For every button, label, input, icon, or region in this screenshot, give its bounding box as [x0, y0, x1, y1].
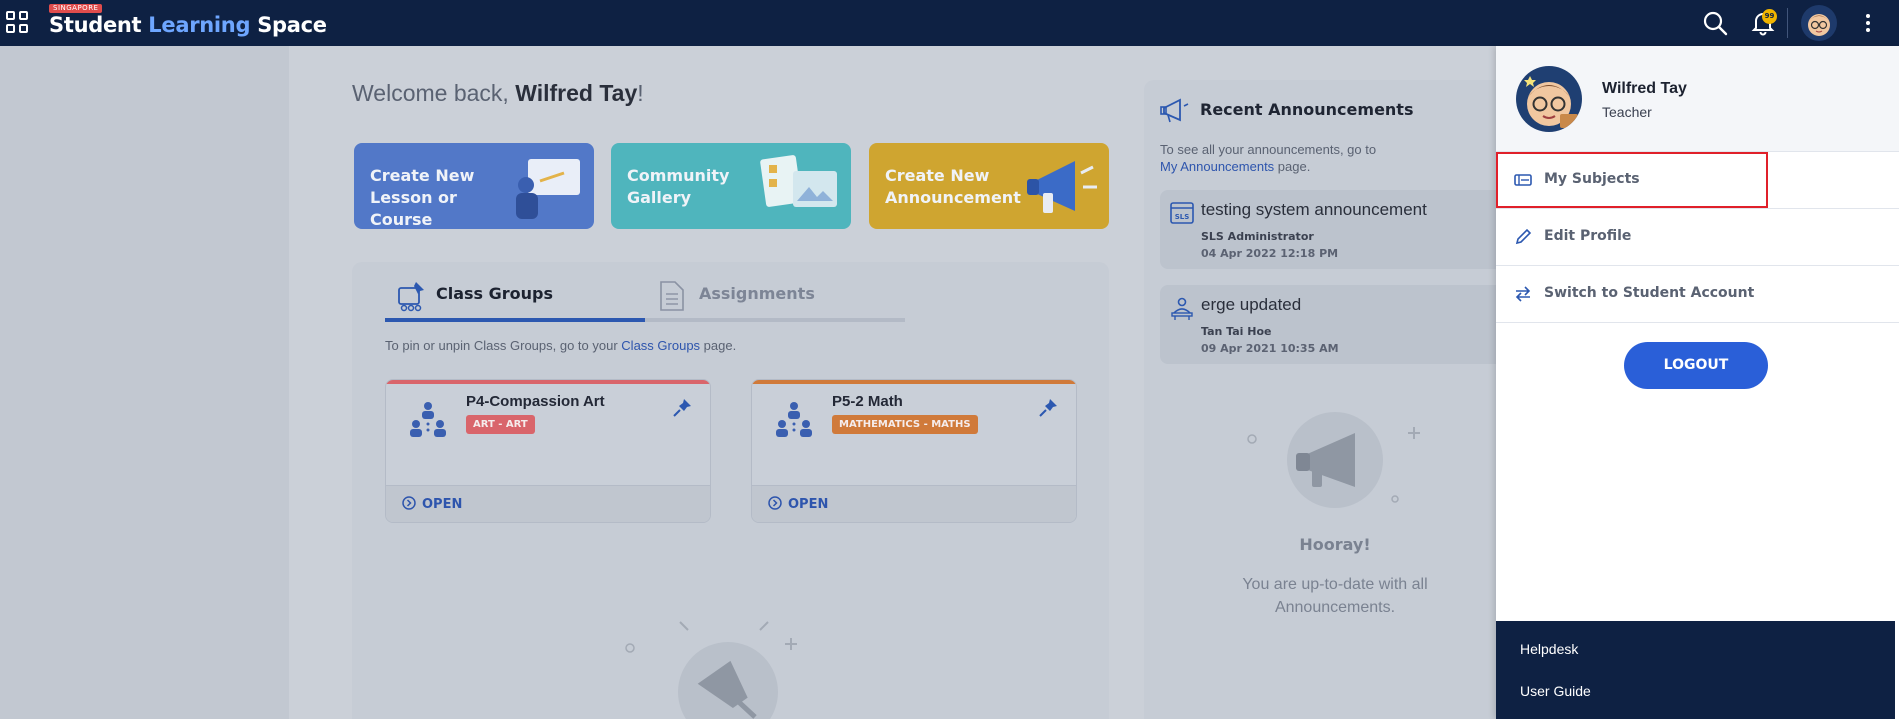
pin-empty-illustration	[625, 621, 797, 719]
subject-badge: MATHEMATICS - MATHS	[832, 415, 978, 434]
announcements-panel	[1144, 80, 1499, 719]
sls-announcement-icon: SLS	[1170, 202, 1194, 224]
announcement-title: erge updated	[1201, 295, 1302, 314]
announcement-item[interactable]: erge updated Tan Tai Hoe 09 Apr 2021 10:…	[1160, 285, 1499, 364]
group-people-icon	[410, 402, 446, 437]
topbar-divider	[1787, 8, 1788, 38]
announcements-note: To see all your announcements, go to My …	[1160, 142, 1377, 174]
announcement-item[interactable]: SLS testing system announcement SLS Admi…	[1160, 190, 1499, 269]
class-group-name: P4-Compassion Art	[466, 393, 605, 410]
megaphone-illustration	[1027, 161, 1097, 213]
profile-role: Teacher	[1602, 104, 1652, 120]
card-color-strip	[752, 380, 1076, 384]
pencil-icon	[1515, 228, 1532, 245]
class-groups-link[interactable]: Class Groups	[621, 338, 700, 353]
open-arrow-icon	[402, 496, 416, 510]
announcement-date: 04 Apr 2022 12:18 PM	[1201, 247, 1339, 260]
menu-item-label: Switch to Student Account	[1544, 285, 1755, 301]
profile-header: Wilfred Tay Teacher	[1496, 46, 1899, 152]
user-guide-link[interactable]: User Guide	[1520, 683, 1591, 699]
megaphone-empty-illustration	[1247, 412, 1420, 508]
my-announcements-link[interactable]: My Announcements	[1160, 159, 1274, 174]
drawer-footer: Helpdesk User Guide	[1496, 621, 1895, 719]
class-groups-icon	[398, 282, 424, 312]
announcement-date: 09 Apr 2021 10:35 AM	[1201, 342, 1339, 355]
svg-text:SLS: SLS	[1175, 213, 1190, 221]
profile-avatar	[1516, 66, 1582, 132]
teacher-announcement-icon	[1171, 297, 1193, 320]
group-people-icon	[776, 402, 812, 437]
announcement-author: SLS Administrator	[1201, 230, 1314, 243]
class-group-card[interactable]: P5-2 Math MATHEMATICS - MATHS OPEN	[751, 379, 1077, 523]
pin-icon[interactable]	[672, 398, 692, 418]
create-lesson-card[interactable]: Create New Lesson or Course	[354, 143, 594, 229]
switch-icon	[1515, 286, 1531, 302]
apps-grid-icon[interactable]	[6, 11, 28, 33]
class-group-name: P5-2 Math	[832, 393, 903, 410]
create-lesson-label: Create New Lesson or Course	[370, 166, 475, 229]
welcome-message: Welcome back, Wilfred Tay!	[352, 80, 644, 106]
card-color-strip	[386, 380, 710, 384]
assignments-icon	[660, 281, 684, 311]
tab-assignments-label: Assignments	[699, 284, 815, 303]
open-button[interactable]: OPEN	[768, 496, 828, 512]
menu-item-label: Edit Profile	[1544, 228, 1632, 244]
announcement-author: Tan Tai Hoe	[1201, 325, 1272, 338]
profile-name: Wilfred Tay	[1602, 80, 1687, 97]
class-group-card[interactable]: P4-Compassion Art ART - ART OPEN	[385, 379, 711, 523]
empty-state-title: Hooray!	[1299, 535, 1371, 554]
empty-state-text: You are up-to-date with all Announcement…	[1242, 576, 1428, 616]
menu-item-edit-profile[interactable]: Edit Profile	[1496, 209, 1899, 266]
subject-badge: ART - ART	[466, 415, 535, 434]
announcement-title: testing system announcement	[1201, 200, 1427, 219]
logo-tag: SINGAPORE	[49, 4, 103, 13]
search-icon[interactable]	[1702, 10, 1728, 36]
create-announcement-label: Create New Announcement	[885, 166, 1021, 207]
helpdesk-link[interactable]: Helpdesk	[1520, 641, 1578, 657]
user-avatar[interactable]	[1801, 5, 1837, 41]
announcements-title: Recent Announcements	[1200, 100, 1414, 119]
open-arrow-icon	[768, 496, 782, 510]
open-button[interactable]: OPEN	[402, 496, 462, 512]
menu-item-switch-account[interactable]: Switch to Student Account	[1496, 266, 1899, 323]
community-gallery-card[interactable]: Community Gallery	[611, 143, 851, 229]
megaphone-icon	[1160, 98, 1189, 123]
community-gallery-label: Community Gallery	[627, 166, 730, 207]
logo-text: Student Learning Space	[49, 13, 327, 37]
more-options-icon[interactable]	[1863, 12, 1873, 36]
teacher-board-illustration	[516, 159, 580, 219]
my-subjects-highlight-box	[1496, 152, 1768, 208]
tab-class-groups-label: Class Groups	[436, 284, 554, 303]
pin-instruction: To pin or unpin Class Groups, go to your…	[385, 338, 737, 353]
tab-underline-active	[385, 318, 645, 322]
create-announcement-card[interactable]: Create New Announcement	[869, 143, 1109, 229]
top-navigation-bar: SINGAPORE Student Learning Space 99	[0, 0, 1899, 46]
notification-count-badge: 99	[1762, 9, 1777, 24]
logout-button[interactable]: LOGOUT	[1624, 342, 1768, 389]
pin-icon[interactable]	[1038, 398, 1058, 418]
